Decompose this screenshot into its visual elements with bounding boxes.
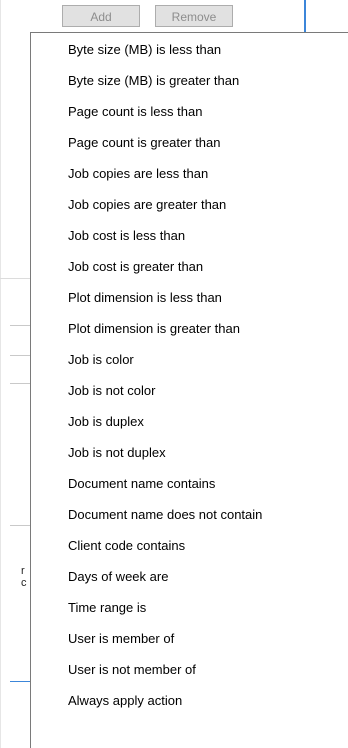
dialog-border-left [0,0,1,748]
menu-item-job-cost-less[interactable]: Job cost is less than [31,220,348,251]
menu-item-job-is-not-duplex[interactable]: Job is not duplex [31,437,348,468]
menu-item-document-name-not-contains[interactable]: Document name does not contain [31,499,348,530]
truncated-label: c [21,577,27,589]
field-border [10,325,30,326]
menu-item-job-copies-greater[interactable]: Job copies are greater than [31,189,348,220]
menu-item-user-is-member[interactable]: User is member of [31,623,348,654]
menu-item-user-is-not-member[interactable]: User is not member of [31,654,348,685]
menu-item-job-is-color[interactable]: Job is color [31,344,348,375]
condition-dropdown-menu: Byte size (MB) is less than Byte size (M… [30,32,348,748]
menu-item-time-range[interactable]: Time range is [31,592,348,623]
menu-item-client-code-contains[interactable]: Client code contains [31,530,348,561]
menu-item-byte-size-greater[interactable]: Byte size (MB) is greater than [31,65,348,96]
menu-item-plot-dimension-less[interactable]: Plot dimension is less than [31,282,348,313]
menu-item-always-apply[interactable]: Always apply action [31,685,348,716]
truncated-label: r [21,565,25,577]
screen: r c Add Remove Byte size (MB) is less th… [0,0,348,748]
add-button[interactable]: Add [62,5,140,27]
condition-menu-list: Byte size (MB) is less than Byte size (M… [31,33,348,716]
field-border [10,355,30,356]
menu-item-job-is-duplex[interactable]: Job is duplex [31,406,348,437]
field-border [10,525,30,526]
menu-item-job-cost-greater[interactable]: Job cost is greater than [31,251,348,282]
menu-item-document-name-contains[interactable]: Document name contains [31,468,348,499]
menu-item-page-count-greater[interactable]: Page count is greater than [31,127,348,158]
menu-item-job-is-not-color[interactable]: Job is not color [31,375,348,406]
menu-item-byte-size-less[interactable]: Byte size (MB) is less than [31,34,348,65]
dialog-border-right [304,0,306,36]
menu-item-page-count-less[interactable]: Page count is less than [31,96,348,127]
menu-item-days-of-week[interactable]: Days of week are [31,561,348,592]
menu-item-plot-dimension-greater[interactable]: Plot dimension is greater than [31,313,348,344]
menu-item-job-copies-less[interactable]: Job copies are less than [31,158,348,189]
field-border-focus [10,681,30,682]
remove-button[interactable]: Remove [155,5,233,27]
field-border [10,383,30,384]
group-divider [0,278,30,279]
